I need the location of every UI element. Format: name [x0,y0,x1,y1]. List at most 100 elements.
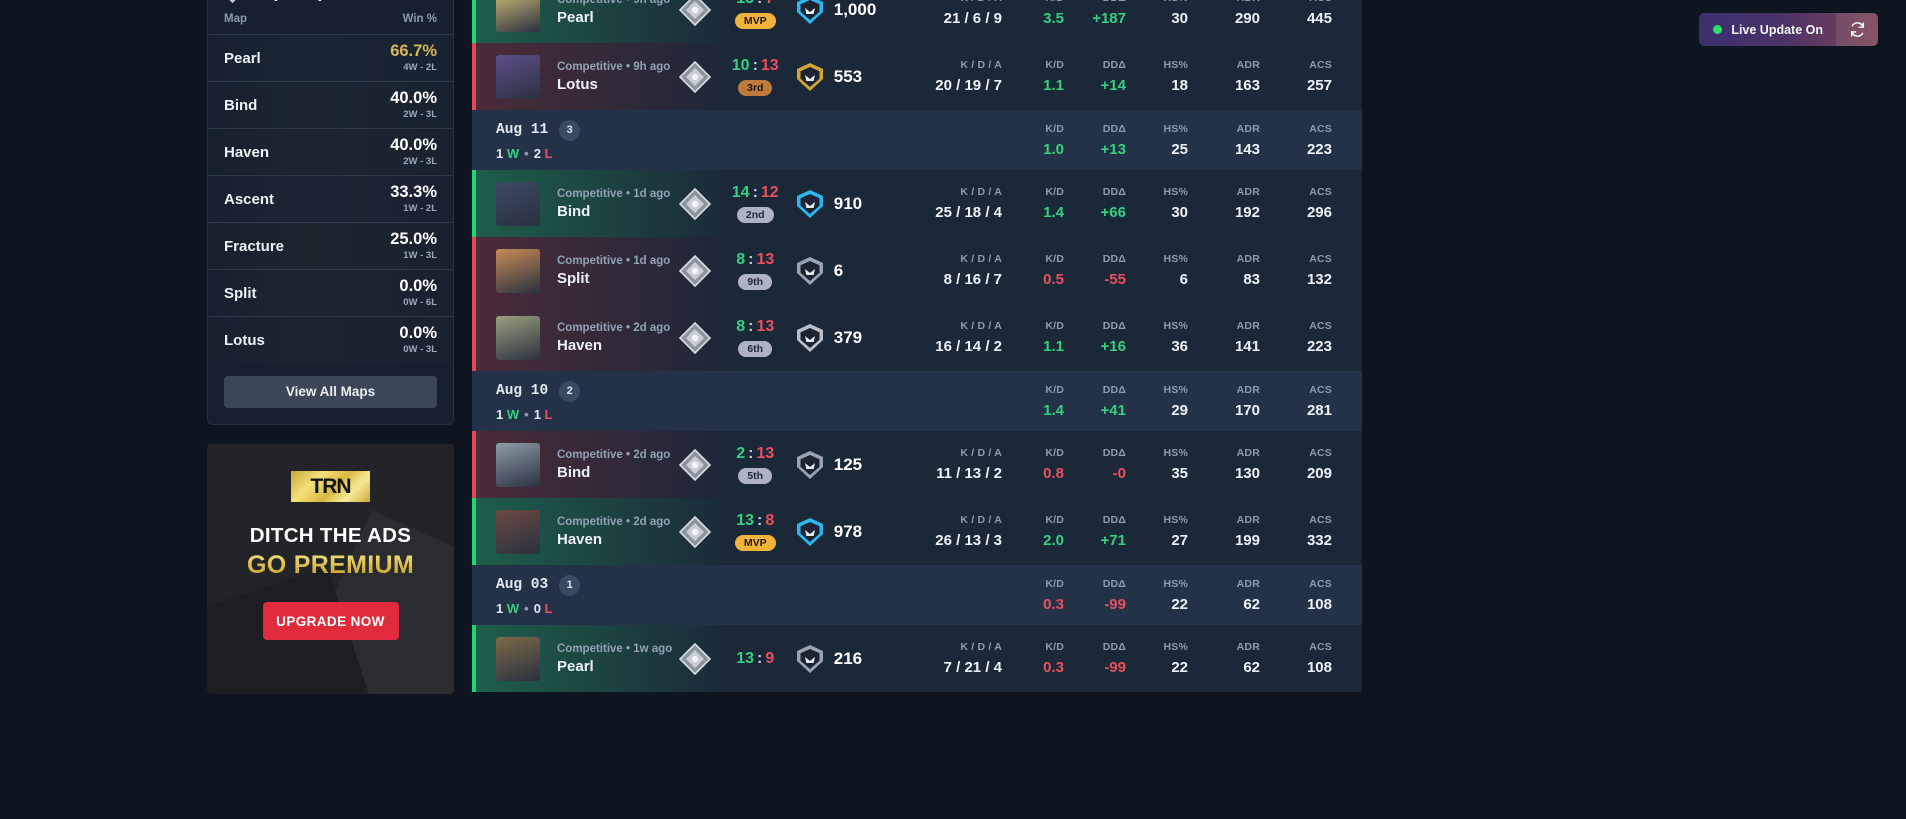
match-hs-stat: HS% 18 [1126,59,1188,94]
match-meta: Competitive • 1w ago Pearl [557,643,674,675]
date-match-count: 3 [559,119,581,141]
match-acs-value: 257 [1306,77,1332,94]
match-kda-value: 11 / 13 / 2 [936,465,1002,482]
match-kd-value: 1.1 [1043,77,1064,94]
map-win-block: 0.0% 0W - 3L [399,324,437,356]
date-record: 1 W • 0 L [496,601,580,616]
match-acs-stat: ACS 257 [1260,59,1332,94]
match-map-name: Bind [557,202,591,220]
match-dd-value: -99 [1104,659,1126,676]
match-row[interactable]: Competitive • 2d ago Haven 8:13 6th 379 K / D… [472,304,1362,371]
match-acs-label: ACS [1309,641,1332,653]
date-separator-dot: • [524,406,529,422]
match-kda-value: 7 / 21 / 4 [943,659,1002,676]
ad-subheadline: GO PREMIUM [207,551,454,580]
match-kda-label: K / D / A [960,320,1002,332]
match-dd-value: +187 [1092,10,1126,27]
date-group-left: Aug 11 3 1 W • 2 L [496,119,581,161]
date-acs-stat: ACS 281 [1260,384,1332,419]
match-acs-value: 223 [1306,338,1332,355]
date-kd-label: K/D [1045,577,1064,590]
match-score-rounds-lost: 13 [756,445,775,462]
premium-ad[interactable]: TRN DITCH THE ADS GO PREMIUM UPGRADE NOW [207,444,454,694]
map-row[interactable]: Bind 40.0% 2W - 3L [208,81,453,128]
top-maps-header: Top Maps [208,0,453,11]
match-placement-badge: 5th [738,468,773,484]
match-adr-label: ADR [1236,320,1260,332]
map-win-block: 40.0% 2W - 3L [390,89,437,121]
match-kd-value: 1.4 [1043,204,1064,221]
match-row[interactable]: Competitive • 9h ago Lotus 10:13 3rd 553 K / … [472,43,1362,110]
match-kda-value: 25 / 18 / 4 [935,204,1002,221]
live-update-toggle[interactable]: Live Update On [1699,13,1878,46]
match-row[interactable]: Competitive • 1d ago Bind 14:12 2nd 910 K / D… [472,170,1362,237]
match-hs-label: HS% [1163,447,1188,459]
date-dd-label: DDΔ [1102,122,1126,135]
left-rail [0,0,207,819]
match-score: 8:13 [726,251,785,269]
map-row[interactable]: Ascent 33.3% 1W - 2L [208,175,453,222]
match-stats: K / D / A 8 / 16 / 7 K/D 0.5 DDΔ -55 HS% 6 ADR 83… [884,253,1362,288]
upgrade-now-button[interactable]: UPGRADE NOW [262,602,399,640]
match-acs-label: ACS [1309,447,1332,459]
match-mode: Competitive • 1d ago [557,255,674,267]
date-hs-stat: HS% 29 [1126,384,1188,419]
map-name: Haven [224,143,270,161]
match-mode: Competitive • 2d ago [557,516,674,528]
view-all-maps-button[interactable]: View All Maps [224,376,437,408]
match-kd-stat: K/D 1.4 [1002,186,1064,221]
match-mode-label: Competitive [557,254,623,267]
match-row[interactable]: Competitive • 9h ago Pearl 13:7 MVP 1,000 K /… [472,0,1362,43]
match-adr-stat: ADR 290 [1188,0,1260,27]
match-hs-stat: HS% 30 [1126,0,1188,27]
date-kd-value: 1.4 [1043,401,1064,419]
match-kda-label: K / D / A [960,514,1002,526]
map-name: Bind [224,96,258,114]
match-score-rounds-won: 2 [736,445,746,462]
match-meta: Competitive • 2d ago Haven [557,322,674,354]
match-acs-label: ACS [1309,59,1332,71]
match-meta: Competitive • 9h ago Pearl [557,0,674,26]
match-mode-label: Competitive [557,642,623,655]
map-row[interactable]: Split 0.0% 0W - 6L [208,269,453,316]
match-hs-stat: HS% 22 [1126,641,1188,676]
rank-diamond-icon [678,187,712,221]
map-row[interactable]: Fracture 25.0% 1W - 3L [208,222,453,269]
match-dd-value: -55 [1104,271,1126,288]
rank-tier-icon [795,644,825,674]
date-adr-label: ADR [1236,383,1260,396]
match-rr-column: 6 [795,256,884,286]
match-kd-label: K/D [1045,59,1064,71]
match-row[interactable]: Competitive • 1w ago Pearl 13:9 216 K / D / … [472,625,1362,692]
match-kda-stat: K / D / A 25 / 18 / 4 [884,186,1002,221]
map-row[interactable]: Lotus 0.0% 0W - 3L [208,316,453,363]
match-row[interactable]: Competitive • 2d ago Haven 13:8 MVP 978 K / D… [472,498,1362,565]
date-dd-stat: DDΔ -99 [1064,578,1126,613]
match-adr-stat: ADR 130 [1188,447,1260,482]
map-win-percent: 0.0% [399,276,437,295]
map-row[interactable]: Pearl 66.7% 4W - 2L [208,34,453,81]
refresh-icon[interactable] [1836,13,1878,46]
map-record: 0W - 6L [403,297,437,309]
match-hs-value: 22 [1171,659,1188,676]
match-row[interactable]: Competitive • 2d ago Bind 2:13 5th 125 K / D … [472,431,1362,498]
match-mode: Competitive • 2d ago [557,449,674,461]
match-acs-stat: ACS 132 [1260,253,1332,288]
date-hs-stat: HS% 25 [1126,123,1188,158]
date-group-left: Aug 10 2 1 W • 1 L [496,380,581,422]
date-separator-dot: • [524,600,529,616]
match-kd-value: 0.5 [1043,271,1064,288]
match-acs-value: 209 [1306,465,1332,482]
map-row[interactable]: Haven 40.0% 2W - 3L [208,128,453,175]
match-adr-stat: ADR 62 [1188,641,1260,676]
date-dd-value: -99 [1104,595,1126,613]
match-row[interactable]: Competitive • 1d ago Split 8:13 9th 6 K / D /… [472,237,1362,304]
date-dd-value: +41 [1100,401,1126,419]
match-mode: Competitive • 9h ago [557,61,674,73]
map-record: 4W - 2L [403,62,437,74]
match-score-rounds-won: 13 [736,512,754,529]
rank-diamond-icon [678,254,712,288]
match-score-rounds-lost: 12 [760,184,779,201]
match-placement-badge: 9th [738,274,773,290]
map-win-block: 33.3% 1W - 2L [390,183,437,215]
